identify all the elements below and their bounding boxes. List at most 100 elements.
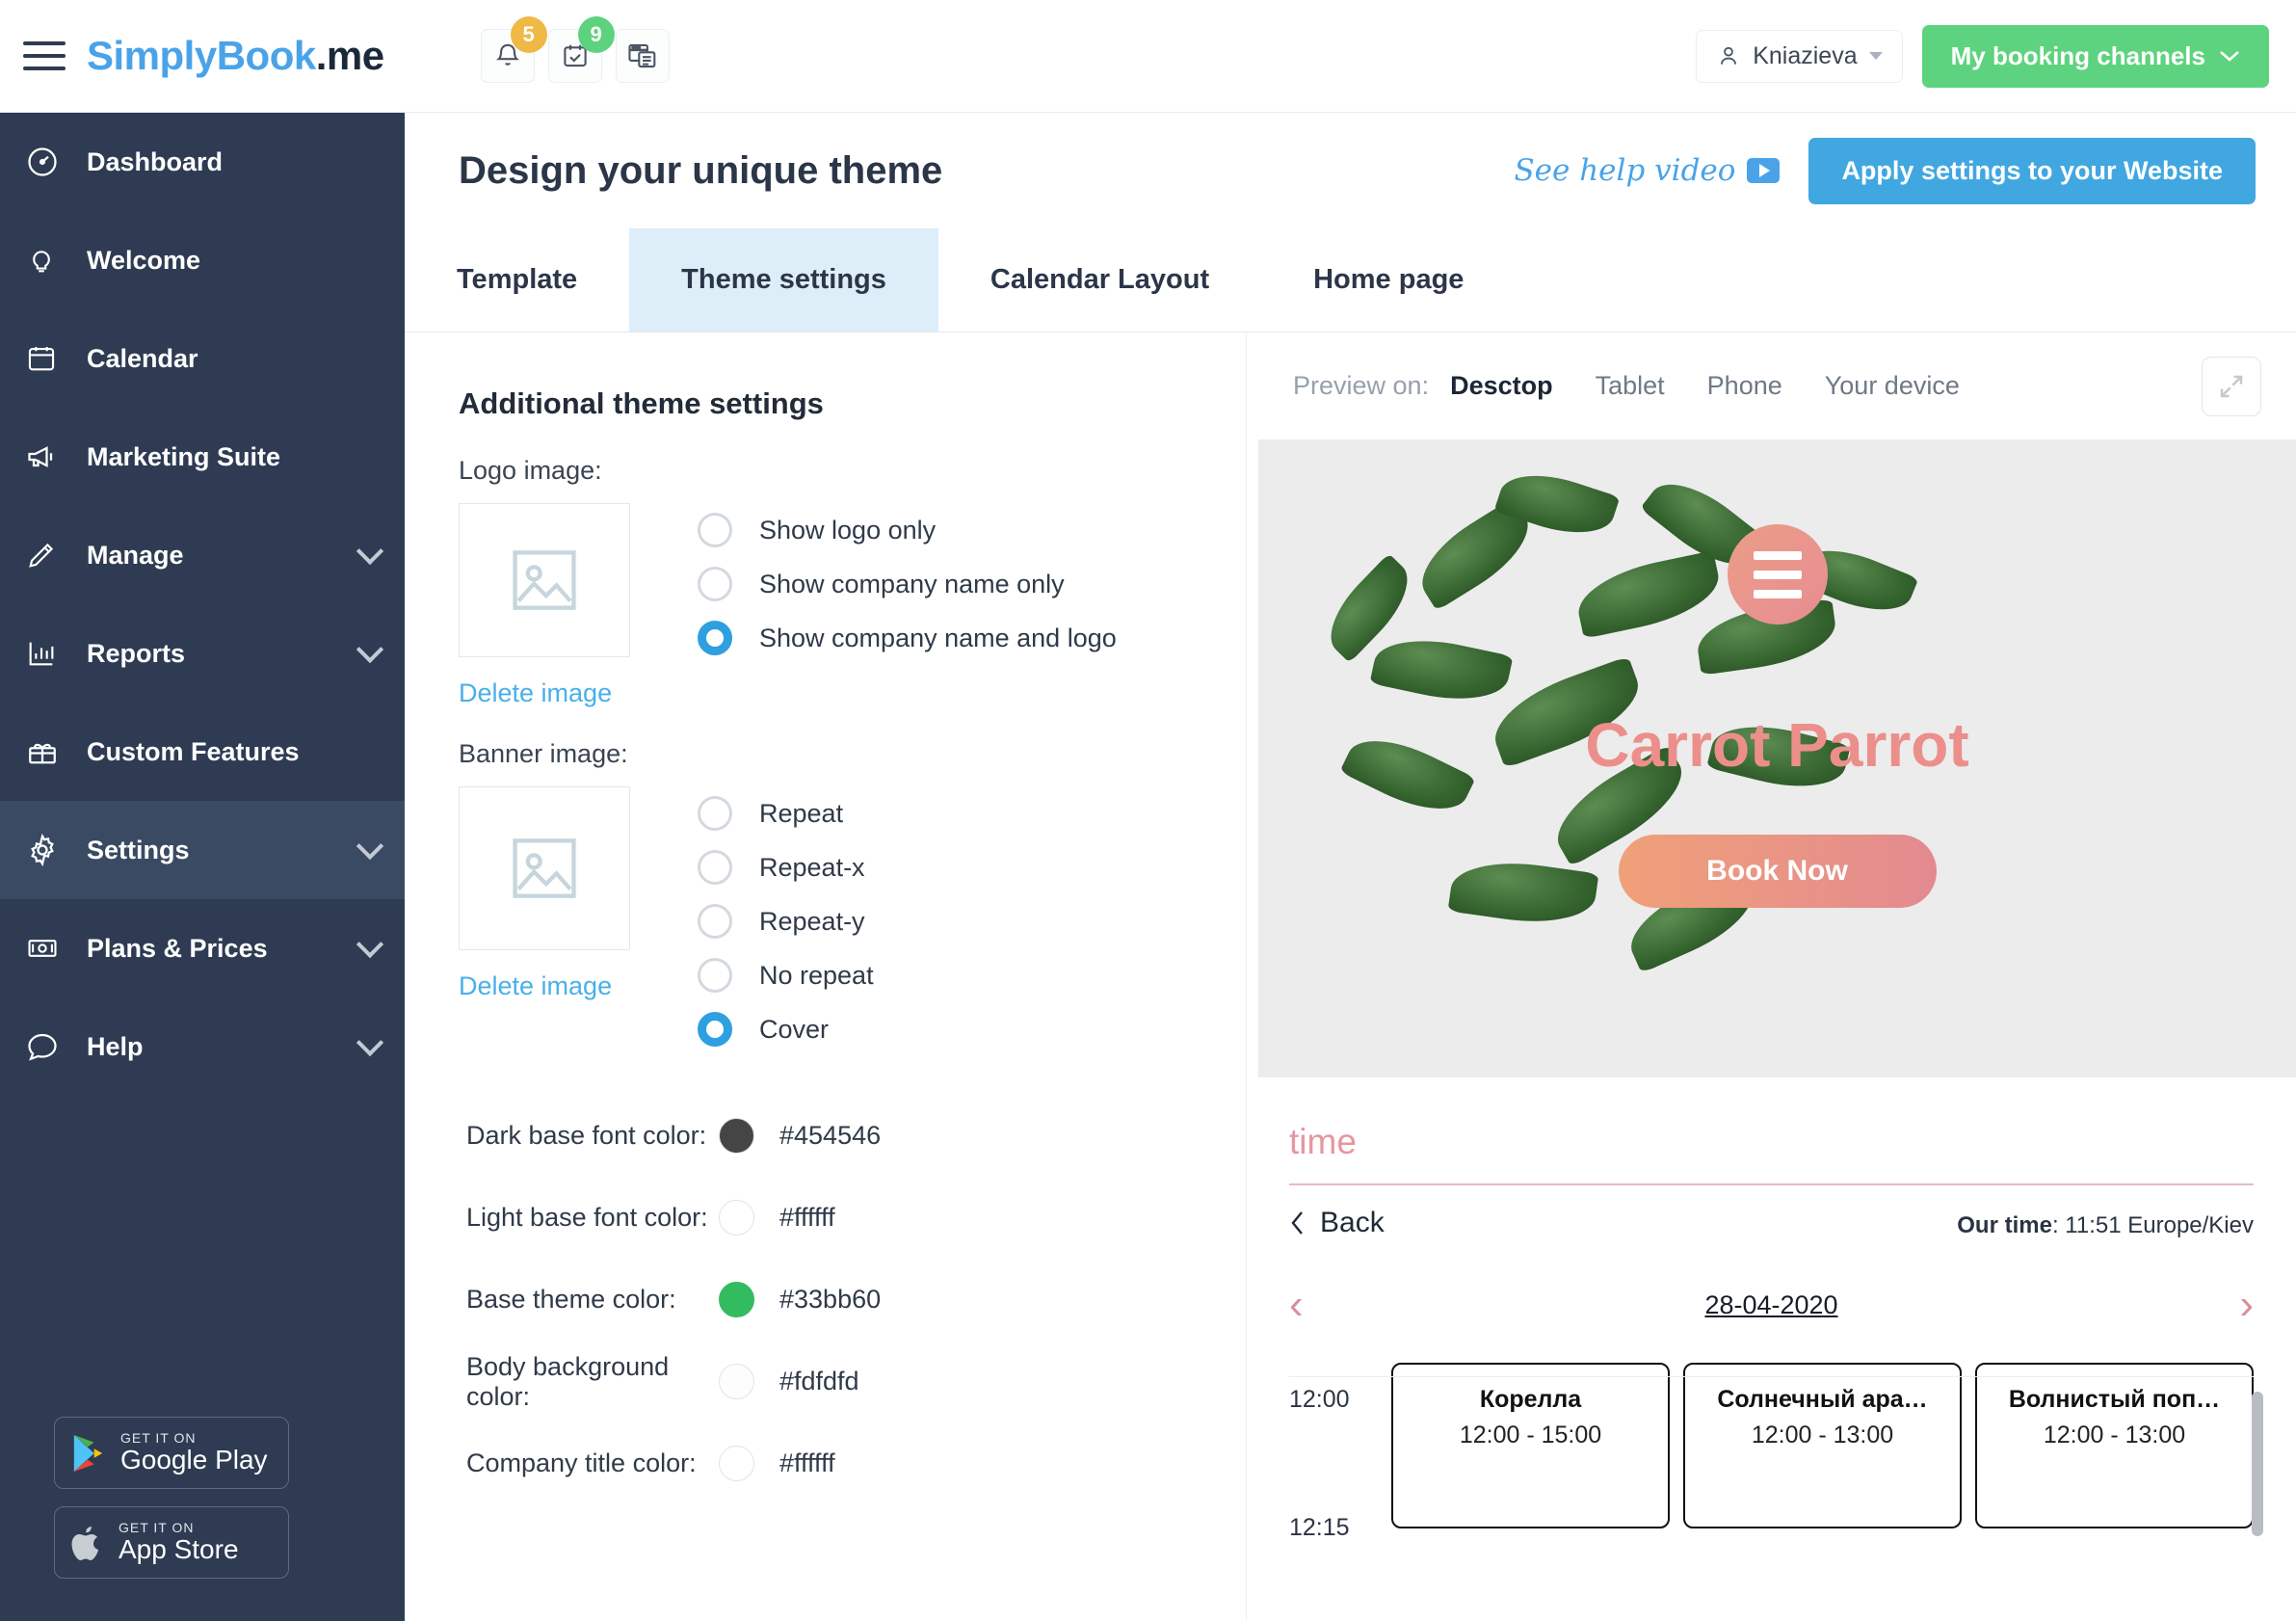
booking-slot-card[interactable]: Корелла 12:00 - 15:00 (1391, 1363, 1670, 1528)
google-play-icon (73, 1434, 103, 1472)
leaf-decoration (1571, 550, 1726, 639)
sidebar-item-label: Reports (87, 638, 186, 668)
divider (1289, 1183, 2254, 1185)
radio-repeat-y[interactable]: Repeat-y (698, 894, 874, 948)
sidebar-item-calendar[interactable]: Calendar (0, 309, 405, 408)
company-title: Carrot Parrot (1585, 710, 1969, 780)
preview-scrollbar[interactable] (2252, 1392, 2263, 1536)
page-header: Design your unique theme See help video … (405, 113, 2296, 228)
slot-service-name: Корелла (1479, 1386, 1582, 1413)
my-booking-channels-button[interactable]: My booking channels (1921, 24, 2269, 88)
radio-show-company-name-and-logo[interactable]: Show company name and logo (698, 611, 1117, 665)
logo-display-options: Show logo only Show company name only Sh… (698, 503, 1117, 708)
preview-device-bar: Preview on: Desctop Tablet Phone Your de… (1247, 332, 2296, 439)
sidebar-item-marketing-suite[interactable]: Marketing Suite (0, 408, 405, 506)
tab-calendar-layout[interactable]: Calendar Layout (938, 228, 1261, 332)
theme-settings-content: Additional theme settings Logo image: De… (405, 332, 2296, 1621)
hamburger-icon[interactable] (23, 41, 66, 70)
sidebar-item-welcome[interactable]: Welcome (0, 211, 405, 309)
radio-icon (698, 567, 732, 601)
main-content: Design your unique theme See help video … (405, 113, 2296, 1621)
back-button[interactable]: Back (1289, 1207, 1385, 1239)
booking-slot-card[interactable]: Волнистый поп… 12:00 - 13:00 (1975, 1363, 2254, 1528)
preview-device-desktop[interactable]: Desctop (1450, 371, 1553, 401)
tab-home-page[interactable]: Home page (1261, 228, 1516, 332)
section-title: Additional theme settings (459, 386, 824, 420)
booking-slot-card[interactable]: Солнечный ара… 12:00 - 13:00 (1683, 1363, 1962, 1528)
expand-preview-button[interactable] (2202, 356, 2261, 416)
news-window-icon-button[interactable] (615, 29, 670, 83)
chevron-left-icon[interactable]: ‹ (1289, 1281, 1304, 1329)
help-video-label: See help video (1514, 153, 1736, 188)
app-store-label: App Store (119, 1534, 239, 1565)
color-swatch[interactable] (719, 1446, 754, 1481)
google-play-badge[interactable]: GET IT ON Google Play (54, 1417, 289, 1489)
banner-image-preview[interactable] (459, 786, 630, 950)
chevron-down-icon (356, 537, 384, 566)
sidebar-item-custom-features[interactable]: Custom Features (0, 703, 405, 801)
radio-label: Show logo only (759, 515, 937, 545)
preview-hamburger-icon[interactable] (1727, 524, 1828, 624)
color-swatch[interactable] (719, 1118, 754, 1154)
banner-image-row: Delete image Repeat Repeat-x Repeat-y No… (459, 786, 1246, 1056)
color-row-base-theme[interactable]: Base theme color: #33bb60 (466, 1259, 1246, 1341)
radio-icon (698, 850, 732, 885)
sidebar-item-dashboard[interactable]: Dashboard (0, 113, 405, 211)
app-store-badge[interactable]: GET IT ON App Store (54, 1506, 289, 1579)
google-play-small-label: GET IT ON (120, 1430, 197, 1447)
apply-settings-button[interactable]: Apply settings to your Website (1808, 137, 2256, 204)
delete-banner-image-link[interactable]: Delete image (459, 971, 630, 1001)
brand-main: implyBook (113, 33, 317, 78)
radio-label: Repeat-y (759, 906, 865, 936)
bell-icon-button[interactable]: 5 (480, 16, 547, 83)
radio-icon (698, 1012, 732, 1047)
color-label: Company title color: (466, 1448, 697, 1477)
color-value: #33bb60 (779, 1285, 882, 1314)
sidebar-item-reports[interactable]: Reports (0, 604, 405, 703)
tab-theme-settings[interactable]: Theme settings (629, 228, 938, 332)
sidebar-item-plans-prices[interactable]: Plans & Prices (0, 899, 405, 997)
color-swatch[interactable] (719, 1364, 754, 1399)
radio-repeat[interactable]: Repeat (698, 786, 874, 840)
preview-device-phone[interactable]: Phone (1707, 371, 1782, 401)
delete-logo-image-link[interactable]: Delete image (459, 678, 630, 708)
sidebar-item-settings[interactable]: Settings (0, 801, 405, 899)
see-help-video-link[interactable]: See help video (1514, 153, 1781, 188)
radio-no-repeat[interactable]: No repeat (698, 948, 874, 1002)
radio-show-logo-only[interactable]: Show logo only (698, 503, 1117, 557)
preview-device-tablet[interactable]: Tablet (1596, 371, 1665, 401)
color-swatch[interactable] (719, 1200, 754, 1236)
radio-show-company-name-only[interactable]: Show company name only (698, 557, 1117, 611)
color-row-light-base-font[interactable]: Light base font color: #ffffff (466, 1177, 1246, 1259)
tab-template[interactable]: Template (405, 228, 629, 332)
radio-label: Show company name and logo (759, 623, 1117, 652)
chevron-down-icon (356, 635, 384, 664)
radio-label: Repeat (759, 798, 844, 828)
bell-badge: 5 (510, 16, 547, 53)
book-now-button[interactable]: Book Now (1618, 835, 1937, 908)
color-row-dark-base-font[interactable]: Dark base font color: #454546 (466, 1095, 1246, 1177)
color-swatch[interactable] (719, 1282, 754, 1317)
app-store-badges: GET IT ON Google Play GET IT ON App Stor… (0, 1417, 405, 1621)
sidebar-item-help[interactable]: Help (0, 997, 405, 1096)
chevron-down-icon (1868, 52, 1883, 60)
color-row-company-title[interactable]: Company title color: #ffffff (466, 1422, 1246, 1504)
slot-service-name: Солнечный ара… (1717, 1386, 1928, 1413)
color-row-body-background[interactable]: Body background color: #fdfdfd (466, 1341, 1246, 1422)
time-heading: time (1289, 1122, 1357, 1161)
chat-bubble-icon (25, 1029, 73, 1064)
selected-date[interactable]: 28-04-2020 (1304, 1290, 2240, 1320)
user-menu[interactable]: Kniazieva (1696, 29, 1903, 83)
color-label: Body background color: (466, 1351, 670, 1411)
preview-column: Preview on: Desctop Tablet Phone Your de… (1246, 332, 2296, 1621)
our-time: Our time: 11:51 Europe/Kiev (1957, 1212, 2254, 1238)
radio-repeat-x[interactable]: Repeat-x (698, 840, 874, 894)
banner-image-label: Banner image: (459, 739, 628, 768)
banner-repeat-options: Repeat Repeat-x Repeat-y No repeat Cover (698, 786, 874, 1056)
chevron-right-icon[interactable]: › (2239, 1281, 2254, 1329)
sidebar-item-manage[interactable]: Manage (0, 506, 405, 604)
calendar-check-icon-button[interactable]: 9 (547, 16, 615, 83)
radio-cover[interactable]: Cover (698, 1002, 874, 1056)
preview-device-your-device[interactable]: Your device (1825, 371, 1960, 401)
logo-image-preview[interactable] (459, 503, 630, 657)
